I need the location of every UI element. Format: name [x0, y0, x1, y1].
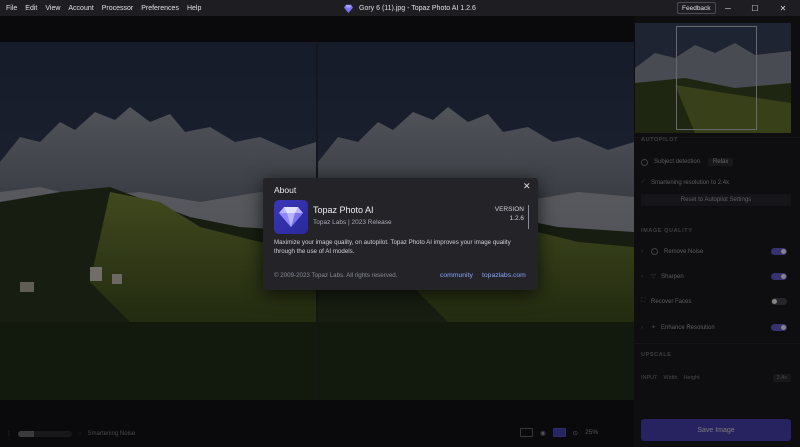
title-bar: File Edit View Account Processor Prefere…	[0, 0, 800, 16]
menu-view[interactable]: View	[45, 5, 60, 12]
close-window-button[interactable]: ✕	[773, 0, 793, 16]
about-dialog: About ✕ Topaz Photo AI Topaz Labs | 2023…	[263, 178, 538, 290]
topaz-gem-icon	[274, 200, 308, 234]
version-block: VERSION 1.2.6	[475, 205, 529, 229]
feedback-button[interactable]: Feedback	[677, 2, 716, 14]
about-title: About	[274, 185, 297, 195]
company-release: Topaz Labs | 2023 Release	[313, 219, 392, 226]
gem-icon	[279, 207, 303, 227]
window-title-group: Gory 6 (11).jpg - Topaz Photo AI 1.2.6	[344, 0, 476, 16]
topaz-logo-icon	[344, 4, 353, 13]
minimize-button[interactable]: ─	[718, 0, 738, 16]
menu-file[interactable]: File	[6, 5, 17, 12]
about-description: Maximize your image quality, on autopilo…	[274, 239, 511, 255]
menu-help[interactable]: Help	[187, 5, 201, 12]
menu-processor[interactable]: Processor	[102, 5, 134, 12]
version-label: VERSION	[494, 206, 524, 213]
app-window: File Edit View Account Processor Prefere…	[0, 0, 800, 447]
menu-edit[interactable]: Edit	[25, 5, 37, 12]
version-number: 1.2.6	[509, 215, 524, 222]
community-link[interactable]: community	[440, 272, 473, 279]
copyright: © 2009-2023 Topaz Labs. All rights reser…	[274, 272, 398, 279]
menu-account[interactable]: Account	[68, 5, 93, 12]
website-link[interactable]: topazlabs.com	[482, 272, 526, 279]
close-dialog-button[interactable]: ✕	[523, 181, 531, 192]
product-name: Topaz Photo AI	[313, 205, 374, 215]
menu-preferences[interactable]: Preferences	[141, 5, 179, 12]
window-title: Gory 6 (11).jpg - Topaz Photo AI 1.2.6	[359, 4, 476, 12]
menu-bar: File Edit View Account Processor Prefere…	[6, 5, 209, 12]
maximize-button[interactable]: ☐	[745, 0, 765, 16]
